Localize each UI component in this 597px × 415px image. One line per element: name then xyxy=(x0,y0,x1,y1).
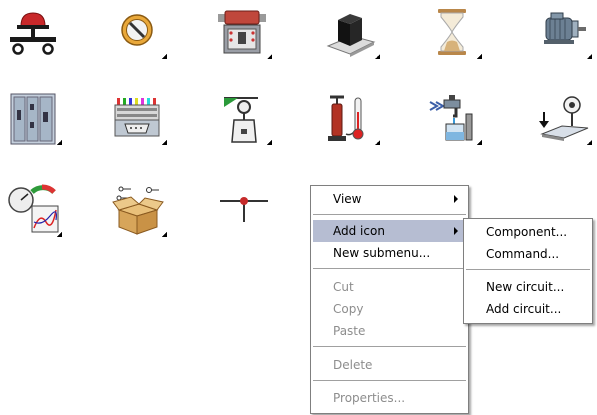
black-cube-icon[interactable] xyxy=(322,4,380,62)
menu-item-new-submenu-label: New submenu... xyxy=(333,246,431,260)
submenu-arrow-icon xyxy=(454,227,458,235)
submenu-item-add-circuit-label: Add circuit... xyxy=(486,302,562,316)
menu-separator xyxy=(466,269,590,270)
menu-item-delete[interactable]: Delete xyxy=(313,354,466,376)
prohibition-sign-icon[interactable] xyxy=(109,4,167,62)
shortcut-arrow-icon xyxy=(57,232,62,237)
menu-item-view-label: View xyxy=(333,192,362,206)
switchgear-cabinet-icon[interactable] xyxy=(4,90,62,148)
shortcut-arrow-icon xyxy=(587,140,592,145)
add-icon-submenu: Component... Command... New circuit... A… xyxy=(463,218,593,324)
shortcut-arrow-icon xyxy=(57,140,62,145)
menu-item-cut-label: Cut xyxy=(333,280,354,294)
shortcut-arrow-icon xyxy=(375,140,380,145)
shortcut-arrow-icon xyxy=(267,54,272,59)
submenu-item-new-circuit-label: New circuit... xyxy=(486,280,565,294)
menu-separator xyxy=(313,214,466,215)
submenu-item-component[interactable]: Component... xyxy=(466,221,590,243)
components-box-icon[interactable] xyxy=(109,182,167,240)
hourglass-icon[interactable] xyxy=(424,4,482,62)
sensor-pedal-icon[interactable] xyxy=(534,90,592,148)
faucet-tank-icon[interactable] xyxy=(424,90,482,148)
shortcut-arrow-icon xyxy=(162,54,167,59)
pump-thermometer-icon[interactable] xyxy=(322,90,380,148)
menu-item-cut[interactable]: Cut xyxy=(313,276,466,298)
shortcut-arrow-icon xyxy=(477,54,482,59)
hoist-scale-icon[interactable] xyxy=(214,90,272,148)
submenu-arrow-icon xyxy=(454,195,458,203)
menu-item-copy[interactable]: Copy xyxy=(313,298,466,320)
submenu-item-new-circuit[interactable]: New circuit... xyxy=(466,276,590,298)
menu-item-add-icon-label: Add icon xyxy=(333,224,385,238)
shortcut-arrow-icon xyxy=(587,54,592,59)
shortcut-arrow-icon xyxy=(162,140,167,145)
menu-item-delete-label: Delete xyxy=(333,358,373,372)
submenu-item-command-label: Command... xyxy=(486,247,560,261)
relay-module-icon[interactable] xyxy=(214,4,272,62)
menu-item-properties[interactable]: Properties... xyxy=(313,387,466,409)
menu-item-copy-label: Copy xyxy=(333,302,364,316)
menu-item-new-submenu[interactable]: New submenu... xyxy=(313,242,466,264)
submenu-item-component-label: Component... xyxy=(486,225,568,239)
junction-icon[interactable] xyxy=(214,182,272,240)
menu-item-view[interactable]: View xyxy=(313,188,466,210)
shortcut-arrow-icon xyxy=(267,140,272,145)
menu-item-paste[interactable]: Paste xyxy=(313,320,466,342)
menu-item-add-icon[interactable]: Add icon xyxy=(313,220,466,242)
shortcut-arrow-icon xyxy=(162,232,167,237)
menu-separator xyxy=(313,380,466,381)
submenu-item-add-circuit[interactable]: Add circuit... xyxy=(466,298,590,320)
shortcut-arrow-icon xyxy=(375,54,380,59)
context-menu: View Add icon New submenu... Cut Copy Pa… xyxy=(310,185,469,414)
electric-motor-icon[interactable] xyxy=(534,4,592,62)
shortcut-arrow-icon xyxy=(477,140,482,145)
menu-separator xyxy=(313,346,466,347)
menu-item-paste-label: Paste xyxy=(333,324,366,338)
menu-separator xyxy=(313,268,466,269)
icon-grid xyxy=(0,0,597,250)
submenu-item-command[interactable]: Command... xyxy=(466,243,590,265)
menu-item-properties-label: Properties... xyxy=(333,391,406,405)
emergency-stop-icon[interactable] xyxy=(4,4,62,62)
gauges-icon[interactable] xyxy=(4,182,62,240)
terminal-strip-icon[interactable] xyxy=(109,90,167,148)
